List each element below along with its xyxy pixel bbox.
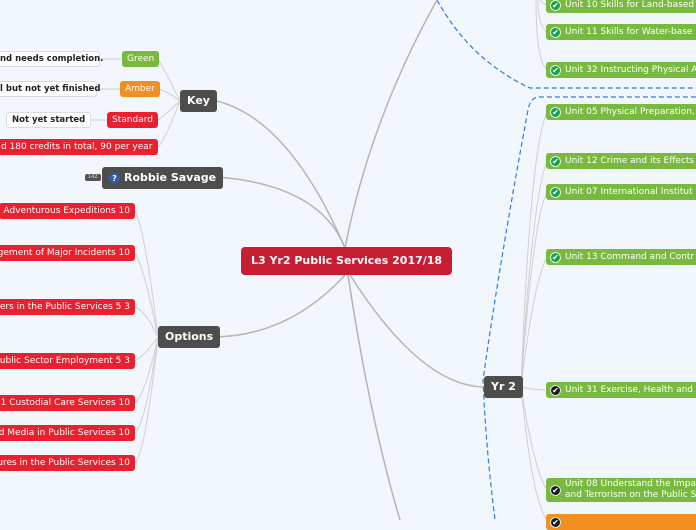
key-amber[interactable]: Amber	[120, 81, 160, 97]
option-label: gement of Major Incidents 10	[0, 248, 130, 258]
unit-label: Unit 07 International Institut	[565, 187, 693, 197]
unit-item[interactable]: ✔ Unit 07 International Institut	[546, 184, 696, 200]
check-icon: ✔	[550, 516, 561, 528]
option-item[interactable]: gement of Major Incidents 10	[0, 245, 135, 261]
check-icon: ✔	[550, 384, 561, 396]
option-item[interactable]: Adventurous Expeditions 10	[0, 203, 135, 219]
unit-label-block: Unit 08 Understand the Impa and Terrorism…	[565, 479, 696, 501]
key-credits-label: d 180 credits in total, 90 per year	[1, 142, 153, 152]
options-node[interactable]: Options	[158, 326, 221, 348]
option-label: d Media in Public Services 10	[0, 428, 130, 438]
option-label: ublic Sector Employment 5 3	[0, 356, 130, 366]
unit-item[interactable]: ✔ Unit 13 Command and Contr	[546, 249, 696, 265]
key-standard-note[interactable]: Not yet started	[6, 112, 92, 128]
key-title: Key	[187, 94, 210, 107]
count-badge[interactable]: 142	[85, 174, 101, 181]
root-title: L3 Yr2 Public Services 2017/18	[251, 254, 443, 267]
key-green-note-text: nd needs completion.	[0, 54, 104, 64]
option-label: Adventurous Expeditions 10	[3, 206, 131, 216]
unit-item[interactable]: ✔ Unit 11 Skills for Water-base	[546, 24, 696, 40]
unit-label: Unit 12 Crime and its Effects	[565, 156, 695, 166]
key-amber-note-text: l but not yet finished	[0, 84, 101, 94]
unit-label: Unit 32 Instructing Physical A	[565, 65, 696, 75]
root-node[interactable]: L3 Yr2 Public Services 2017/18	[241, 247, 453, 275]
unit-label: Unit 10 Skills for Land-based	[565, 0, 695, 10]
person-name: Robbie Savage	[124, 171, 217, 184]
option-item[interactable]: 1 Custodial Care Services 10	[0, 395, 135, 411]
check-icon: ✔	[550, 26, 561, 38]
unit-label-line1: Unit 08 Understand the Impa	[565, 479, 696, 489]
yr2-node[interactable]: Yr 2	[484, 376, 523, 398]
check-icon: ✔	[550, 106, 561, 118]
unit-item[interactable]: ✔ Unit 10 Skills for Land-based	[546, 0, 696, 13]
key-standard-label: Standard	[112, 115, 153, 125]
unit-item[interactable]: ✔ Unit 31 Exercise, Health and	[546, 382, 696, 398]
unit-label: Unit 13 Command and Contr	[565, 252, 695, 262]
question-icon: ?	[109, 172, 120, 184]
option-item[interactable]: ublic Sector Employment 5 3	[0, 353, 135, 369]
key-node[interactable]: Key	[180, 90, 217, 112]
key-standard[interactable]: Standard	[107, 112, 158, 128]
check-icon: ✔	[550, 251, 561, 263]
check-icon: ✔	[550, 0, 561, 11]
option-item[interactable]: ures in the Public Services 10	[0, 455, 135, 471]
unit-item[interactable]: ✔ Unit 12 Crime and its Effects	[546, 153, 696, 169]
key-amber-note[interactable]: l but not yet finished	[0, 81, 101, 97]
unit-item[interactable]: ✔ Unit 05 Physical Preparation,	[546, 104, 696, 120]
unit-label-line2: and Terrorism on the Public S	[565, 490, 696, 500]
yr2-title: Yr 2	[491, 380, 516, 393]
option-label: 1 Custodial Care Services 10	[0, 398, 130, 408]
option-label: ures in the Public Services 10	[0, 458, 130, 468]
check-icon: ✔	[550, 484, 561, 496]
unit-label: Unit 31 Exercise, Health and	[565, 385, 694, 395]
check-icon: ✔	[550, 186, 561, 198]
unit-item[interactable]: ✔ Unit 08 Understand the Impa and Terroris…	[546, 478, 696, 502]
unit-item[interactable]: ✔ Unit 32 Instructing Physical A	[546, 62, 696, 78]
check-icon: ✔	[550, 64, 561, 76]
key-credits[interactable]: d 180 credits in total, 90 per year	[0, 139, 158, 155]
key-green-note[interactable]: nd needs completion.	[0, 51, 104, 67]
unit-label: Unit 11 Skills for Water-base	[565, 27, 693, 37]
unit-item[interactable]: ✔	[546, 514, 696, 530]
key-green[interactable]: Green	[122, 51, 160, 67]
unit-label: Unit 05 Physical Preparation,	[565, 107, 695, 117]
key-green-label: Green	[127, 54, 155, 64]
option-item[interactable]: ers in the Public Services 5 3	[0, 299, 135, 315]
option-label: ers in the Public Services 5 3	[0, 302, 130, 312]
key-standard-note-text: Not yet started	[12, 115, 86, 125]
key-amber-label: Amber	[125, 84, 155, 94]
options-title: Options	[165, 330, 214, 343]
person-node[interactable]: ? Robbie Savage	[102, 167, 224, 189]
option-item[interactable]: d Media in Public Services 10	[0, 425, 135, 441]
check-icon: ✔	[550, 155, 561, 167]
